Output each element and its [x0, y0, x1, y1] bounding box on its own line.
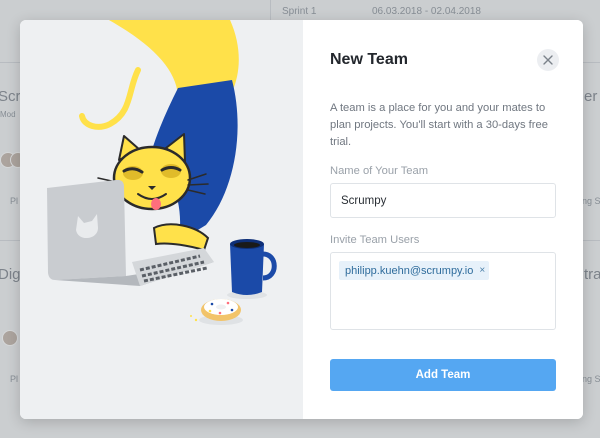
remove-tag-icon[interactable]: × [479, 265, 485, 276]
illustration-panel [20, 20, 303, 419]
invited-user-tag: philipp.kuehn@scrumpy.io × [339, 261, 490, 280]
team-name-label: Name of Your Team [330, 165, 429, 177]
new-team-form: New Team A team is a place for you and y… [303, 20, 583, 419]
team-name-input[interactable] [330, 183, 556, 218]
new-team-modal: New Team A team is a place for you and y… [20, 20, 583, 419]
invite-users-input[interactable] [339, 287, 539, 305]
close-button[interactable] [537, 49, 559, 71]
close-icon [543, 55, 553, 65]
add-team-button[interactable]: Add Team [330, 359, 556, 391]
modal-description: A team is a place for you and your mates… [330, 102, 548, 148]
invited-user-email: philipp.kuehn@scrumpy.io [345, 264, 474, 277]
cat-at-laptop-illustration [47, 20, 277, 325]
invite-users-label: Invite Team Users [330, 234, 420, 246]
invite-users-field[interactable]: philipp.kuehn@scrumpy.io × [330, 252, 556, 330]
modal-title: New Team [330, 51, 408, 68]
